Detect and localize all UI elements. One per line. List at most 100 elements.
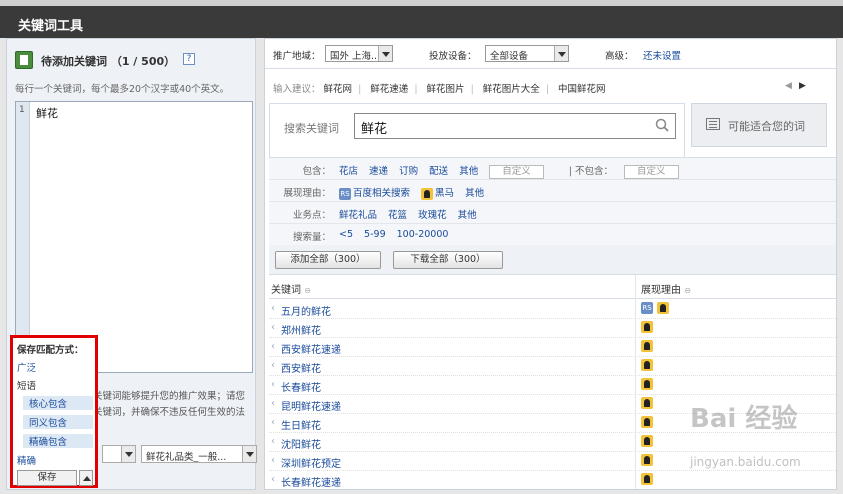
device-select[interactable]: 全部设备 <box>485 45 569 62</box>
keyword-link[interactable]: 昆明鲜花速递 <box>281 398 341 413</box>
match-option-synonym[interactable]: 同义包含 <box>23 415 93 429</box>
keyword-link[interactable]: 长春鲜花 <box>281 379 321 394</box>
reason-icons <box>641 340 653 352</box>
keyword-link[interactable]: 深圳鲜花预定 <box>281 455 341 470</box>
match-option-exact[interactable]: 精确 <box>17 453 36 467</box>
line-number: 1 <box>19 105 25 115</box>
search-tab[interactable]: 搜索关键词 鲜花 <box>269 103 685 157</box>
sort-icon[interactable]: ⊖ <box>304 286 311 295</box>
reason-option[interactable]: 黑马 <box>435 188 454 199</box>
search-icon[interactable] <box>655 118 669 132</box>
keyword-link[interactable]: 西安鲜花 <box>281 360 321 375</box>
window-titlebar: 关键词工具 <box>0 0 843 38</box>
add-arrow-icon[interactable]: ‹ <box>271 360 275 371</box>
region-value: 国外 上海... <box>330 51 381 62</box>
category-value: 鲜花礼品类_一般... <box>146 452 227 463</box>
exclude-label: | 不包含： <box>568 166 614 177</box>
add-all-button[interactable]: 添加全部（300） <box>275 251 381 269</box>
keyword-editor[interactable]: 1 鲜花 <box>15 101 253 373</box>
reason-option[interactable]: 百度相关搜索 <box>353 188 410 199</box>
suggestion-item[interactable]: 中国鲜花网 <box>558 84 606 95</box>
suggestion-item[interactable]: 鲜花图片大全 <box>483 84 540 95</box>
save-button[interactable]: 保存 <box>17 470 77 486</box>
match-popup-title: 保存匹配方式： <box>17 345 84 356</box>
volume-option[interactable]: 5-99 <box>364 229 386 240</box>
add-arrow-icon[interactable]: ‹ <box>271 303 275 314</box>
reason-icons <box>641 359 653 371</box>
keyword-link[interactable]: 郑州鲜花 <box>281 322 321 337</box>
chevron-up-icon[interactable] <box>79 470 93 486</box>
keyword-link[interactable]: 西安鲜花速递 <box>281 341 341 356</box>
volume-option[interactable]: 100-20000 <box>397 229 449 240</box>
keyword-link[interactable]: 生日鲜花 <box>281 417 321 432</box>
exclude-custom-button[interactable]: 自定义 <box>624 164 679 179</box>
refine-panel: 包含： 花店 速递 订购 配送 其他 自定义 | 不包含： 自定义 展现理由： … <box>269 157 836 245</box>
include-option[interactable]: 其他 <box>459 166 478 177</box>
reason-icons <box>641 378 653 390</box>
keyword-link[interactable]: 沈阳鲜花 <box>281 436 321 451</box>
match-option-exact-contain[interactable]: 精确包含 <box>23 434 93 448</box>
business-option[interactable]: 鲜花礼品 <box>339 210 377 221</box>
include-option[interactable]: 订购 <box>399 166 418 177</box>
chevron-down-icon[interactable] <box>378 46 392 61</box>
help-icon[interactable]: ? <box>183 53 195 65</box>
include-option[interactable]: 速递 <box>369 166 388 177</box>
add-arrow-icon[interactable]: ‹ <box>271 474 275 485</box>
keyword-column-header[interactable]: 关键词 ⊖ <box>271 281 311 296</box>
include-option[interactable]: 配送 <box>429 166 448 177</box>
add-arrow-icon[interactable]: ‹ <box>271 341 275 352</box>
sort-icon[interactable]: ⊖ <box>684 286 691 295</box>
chevron-down-icon[interactable] <box>242 446 256 462</box>
add-arrow-icon[interactable]: ‹ <box>271 322 275 333</box>
add-arrow-icon[interactable]: ‹ <box>271 398 275 409</box>
prev-arrow-icon[interactable]: ◀ <box>785 81 792 91</box>
business-option[interactable]: 玫瑰花 <box>418 210 447 221</box>
suggestion-item[interactable]: 鲜花网 <box>324 84 353 95</box>
business-option[interactable]: 其他 <box>458 210 477 221</box>
category-select[interactable]: 鲜花礼品类_一般... <box>141 445 257 463</box>
include-option[interactable]: 花店 <box>339 166 358 177</box>
chevron-down-icon[interactable] <box>121 446 135 462</box>
search-input[interactable]: 鲜花 <box>354 113 676 139</box>
next-arrow-icon[interactable]: ▶ <box>799 81 806 91</box>
volume-option[interactable]: <5 <box>339 229 353 240</box>
search-label: 搜索关键词 <box>284 122 339 135</box>
watermark-logo: Bai 经验 <box>690 404 798 434</box>
advanced-link[interactable]: 还未设置 <box>643 48 681 62</box>
match-option-broad[interactable]: 广泛 <box>17 360 36 374</box>
match-option-phrase[interactable]: 短语 <box>17 378 36 392</box>
edit-icon <box>15 51 33 69</box>
match-type-select[interactable] <box>102 445 136 463</box>
add-arrow-icon[interactable]: ‹ <box>271 417 275 428</box>
reason-option[interactable]: 其他 <box>465 188 484 199</box>
keyword-text[interactable]: 鲜花 <box>36 105 58 121</box>
input-hint: 每行一个关键词，每个最多20个汉字或40个英文。 <box>15 84 230 95</box>
region-label: 推广地域： <box>273 51 321 62</box>
suggestion-item[interactable]: 鲜花速递 <box>370 84 408 95</box>
device-value: 全部设备 <box>490 51 529 62</box>
region-select[interactable]: 国外 上海... <box>325 45 393 62</box>
reason-icons <box>641 473 653 485</box>
match-option-core[interactable]: 核心包含 <box>23 396 93 410</box>
add-arrow-icon[interactable]: ‹ <box>271 455 275 466</box>
policy-note-line: 关键词，并确保不违反任何生效的法 <box>93 407 246 418</box>
business-option[interactable]: 花篮 <box>388 210 407 221</box>
chevron-down-icon[interactable] <box>554 46 568 61</box>
reason-icons <box>641 454 653 466</box>
results-header: 关键词 ⊖ 展现理由 ⊖ <box>269 275 836 299</box>
suggested-words-tab[interactable]: 可能适合您的词 <box>691 103 827 147</box>
table-row: ‹ 郑州鲜花 <box>269 319 836 338</box>
reason-column-header[interactable]: 展现理由 ⊖ <box>641 281 691 296</box>
download-all-button[interactable]: 下载全部（300） <box>393 251 503 269</box>
include-row: 包含： 花店 速递 订购 配送 其他 自定义 | 不包含： 自定义 <box>269 158 836 180</box>
dark-horse-icon <box>641 340 653 352</box>
dark-horse-icon <box>657 302 669 314</box>
keyword-link[interactable]: 五月的鲜花 <box>281 303 331 318</box>
include-custom-button[interactable]: 自定义 <box>489 164 544 179</box>
suggestion-item[interactable]: 鲜花图片 <box>427 84 465 95</box>
reason-icons <box>641 416 653 428</box>
add-arrow-icon[interactable]: ‹ <box>271 379 275 390</box>
add-arrow-icon[interactable]: ‹ <box>271 436 275 447</box>
keyword-link[interactable]: 长春鲜花速递 <box>281 474 341 489</box>
pending-title: 待添加关键词 （1 / 500） <box>41 55 176 68</box>
